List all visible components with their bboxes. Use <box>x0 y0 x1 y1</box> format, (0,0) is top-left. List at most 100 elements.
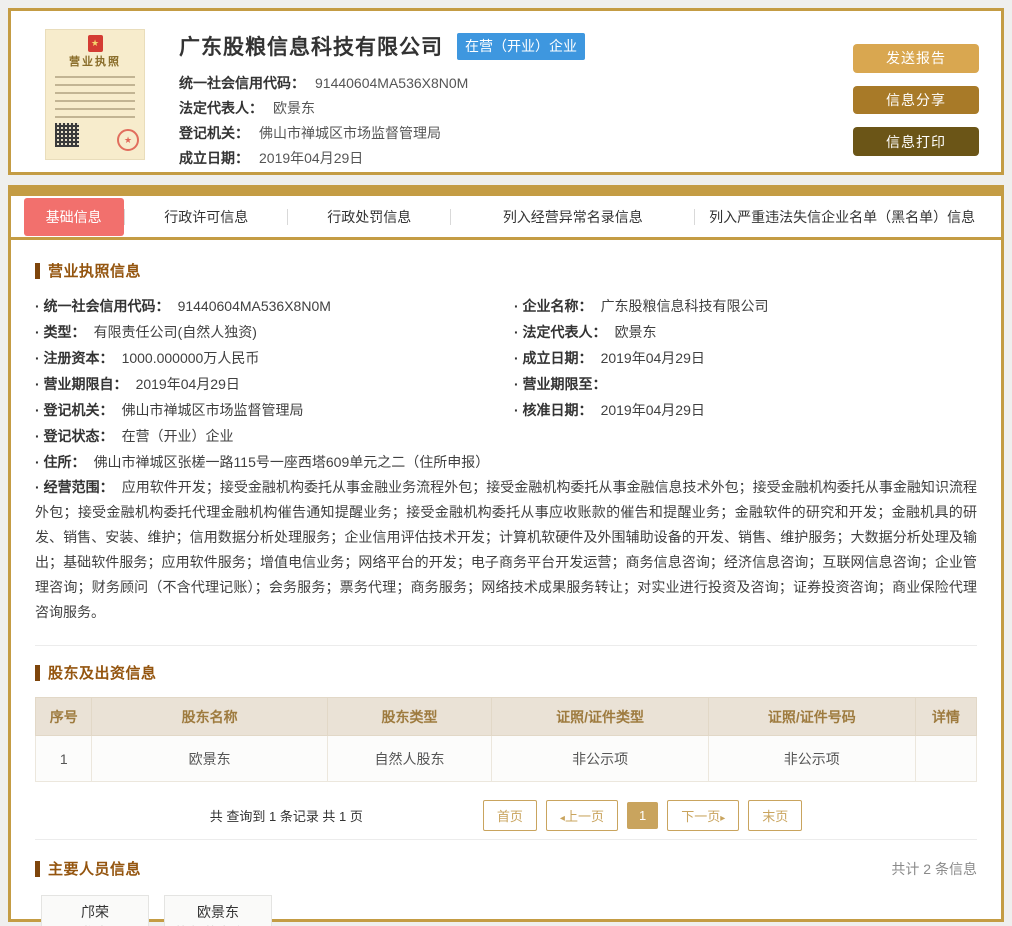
person-card[interactable]: 邝荣 监事 <box>41 895 149 926</box>
status-badge: 在营（开业）企业 <box>457 32 585 60</box>
license-title: 营业执照 <box>69 56 121 68</box>
column-header-cert-type: 证照/证件类型 <box>491 697 709 736</box>
first-page-button[interactable]: 首页 <box>482 800 537 831</box>
tab-basic-info[interactable]: 基础信息 <box>23 197 124 236</box>
field-value: 欧景东 <box>273 100 315 116</box>
company-header-card: ★ 营业执照 ★ 广东股粮信息科技有限公司 在营（开业）企业 统一社会信用代码：… <box>8 8 1004 175</box>
field-value: 佛山市禅城区张槎一路115号一座西塔609单元之二（住所申报） <box>93 454 490 470</box>
next-page-label: 下一页 <box>681 809 721 824</box>
header-field-registry: 登记机关： 佛山市禅城区市场监督管理局 <box>179 121 853 146</box>
column-header-index: 序号 <box>34 697 93 736</box>
field-value: 1000.000000万人民币 <box>121 350 260 366</box>
business-license-image: ★ 营业执照 ★ <box>45 29 145 160</box>
table-row: 1 欧景东 自然人股东 非公示项 非公示项 <box>34 735 978 782</box>
person-name: 欧景东 <box>197 904 239 920</box>
field-label: 统一社会信用代码： <box>179 75 305 91</box>
field-approval-date: · 核准日期： 2019年04月29日 <box>514 397 977 423</box>
field-label: · 住所： <box>35 454 86 470</box>
cell-cert-type: 非公示项 <box>491 735 709 782</box>
field-value: 91440604MA536X8N0M <box>177 298 331 314</box>
section-title-license-info: 营业执照信息 <box>35 260 977 281</box>
header-field-legal-rep: 法定代表人： 欧景东 <box>179 96 853 121</box>
next-page-button[interactable]: 下一页▸ <box>667 800 740 831</box>
field-registration-status: · 登记状态： 在营（开业）企业 <box>35 423 498 449</box>
tab-bar: 基础信息 行政许可信息 行政处罚信息 列入经营异常名录信息 列入严重违法失信企业… <box>11 196 1001 240</box>
section-divider <box>35 645 977 646</box>
license-info-fields: · 统一社会信用代码： 91440604MA536X8N0M · 企业名称： 广东股… <box>35 293 977 625</box>
field-company-type: · 类型： 有限责任公司(自然人独资) <box>35 319 498 345</box>
field-label: · 经营范围： <box>35 479 114 495</box>
field-label: 成立日期： <box>179 150 249 166</box>
field-value: 2019年04月29日 <box>135 376 240 392</box>
field-label: · 营业期限自： <box>35 376 128 392</box>
tab-blacklist[interactable]: 列入严重违法失信企业名单（黑名单）信息 <box>695 207 989 227</box>
share-info-button[interactable]: 信息分享 <box>853 85 979 115</box>
prev-page-label: 上一页 <box>564 809 604 824</box>
field-label: · 营业期限至： <box>514 376 607 392</box>
field-label: · 类型： <box>35 324 86 340</box>
field-label: · 登记状态： <box>35 428 114 444</box>
field-value: 欧景东 <box>614 324 657 340</box>
field-founded-date: · 成立日期： 2019年04月29日 <box>514 345 977 371</box>
section-divider <box>35 839 977 840</box>
send-report-button[interactable]: 发送报告 <box>853 44 979 73</box>
field-value: 2019年04月29日 <box>259 150 364 166</box>
field-label: · 核准日期： <box>514 402 593 418</box>
record-count-summary: 共 查询到 1 条记录 共 1 页 <box>209 809 363 824</box>
header-field-credit-code: 统一社会信用代码： 91440604MA536X8N0M <box>179 71 853 96</box>
field-term-to: · 营业期限至： <box>514 371 977 397</box>
field-business-scope: · 经营范围： 应用软件开发；接受金融机构委托从事金融业务流程外包；接受金融机构委… <box>35 475 977 625</box>
section-title-shareholders: 股东及出资信息 <box>35 662 977 683</box>
field-registered-capital: · 注册资本： 1000.000000万人民币 <box>35 345 498 371</box>
personnel-section-header: 主要人员信息 共计 2 条信息 <box>35 858 977 879</box>
column-header-detail: 详情 <box>914 697 978 736</box>
red-seal-icon: ★ <box>117 129 139 151</box>
field-value: 应用软件开发；接受金融机构委托从事金融业务流程外包；接受金融机构委托从事金融信息… <box>35 479 977 620</box>
person-name: 邝荣 <box>81 904 109 920</box>
current-page-button[interactable]: 1 <box>626 802 659 829</box>
tab-admin-license[interactable]: 行政许可信息 <box>125 207 287 227</box>
field-label: · 法定代表人： <box>514 324 607 340</box>
national-emblem-icon: ★ <box>87 35 103 52</box>
gold-top-bar <box>11 188 1001 196</box>
cell-detail <box>914 735 978 782</box>
table-header-row: 序号 股东名称 股东类型 证照/证件类型 证照/证件号码 详情 <box>34 697 978 736</box>
cell-shareholder-type: 自然人股东 <box>326 735 493 782</box>
field-registry-authority: · 登记机关： 佛山市禅城区市场监督管理局 <box>35 397 498 423</box>
field-label: 法定代表人： <box>179 100 263 116</box>
field-term-from: · 营业期限自： 2019年04月29日 <box>35 371 498 397</box>
qr-code <box>55 123 79 147</box>
prev-page-button[interactable]: ◂上一页 <box>545 800 618 831</box>
personnel-count-note: 共计 2 条信息 <box>891 860 977 877</box>
cell-shareholder-name: 欧景东 <box>91 735 328 782</box>
license-text-lines <box>55 76 135 118</box>
field-company-name: · 企业名称： 广东股粮信息科技有限公司 <box>514 293 977 319</box>
field-value: 在营（开业）企业 <box>121 428 234 444</box>
person-card[interactable]: 欧景东 执行董事,经... <box>164 895 272 926</box>
last-page-button[interactable]: 末页 <box>748 800 803 831</box>
column-header-cert-number: 证照/证件号码 <box>707 697 916 736</box>
print-info-button[interactable]: 信息打印 <box>853 127 979 157</box>
pagination: 共 查询到 1 条记录 共 1 页 首页 ◂上一页 1 下一页▸ 末页 <box>35 800 977 831</box>
section-title-key-personnel: 主要人员信息 <box>35 858 141 879</box>
pagination-buttons: 首页 ◂上一页 1 下一页▸ 末页 <box>482 800 803 831</box>
field-value: 2019年04月29日 <box>600 402 705 418</box>
cell-cert-number: 非公示项 <box>707 735 916 782</box>
column-header-shareholder-type: 股东类型 <box>326 697 493 736</box>
cell-index: 1 <box>34 735 93 782</box>
field-credit-code: · 统一社会信用代码： 91440604MA536X8N0M <box>35 293 498 319</box>
company-summary: 广东股粮信息科技有限公司 在营（开业）企业 统一社会信用代码： 91440604M… <box>179 29 853 166</box>
tab-admin-penalty[interactable]: 行政处罚信息 <box>288 207 450 227</box>
field-value: 广东股粮信息科技有限公司 <box>600 298 769 314</box>
personnel-card-list: 邝荣 监事 欧景东 执行董事,经... <box>41 895 977 926</box>
field-label: · 统一社会信用代码： <box>35 298 170 314</box>
field-legal-rep: · 法定代表人： 欧景东 <box>514 319 977 345</box>
tab-label: 基础信息 <box>23 197 124 236</box>
tab-abnormal-operation[interactable]: 列入经营异常名录信息 <box>451 207 694 227</box>
company-name: 广东股粮信息科技有限公司 <box>179 36 443 59</box>
header-action-buttons: 发送报告 信息分享 信息打印 <box>853 29 979 157</box>
field-label: · 成立日期： <box>514 350 593 366</box>
field-value: 佛山市禅城区市场监督管理局 <box>259 125 441 141</box>
field-label: · 登记机关： <box>35 402 114 418</box>
field-label: · 企业名称： <box>514 298 593 314</box>
